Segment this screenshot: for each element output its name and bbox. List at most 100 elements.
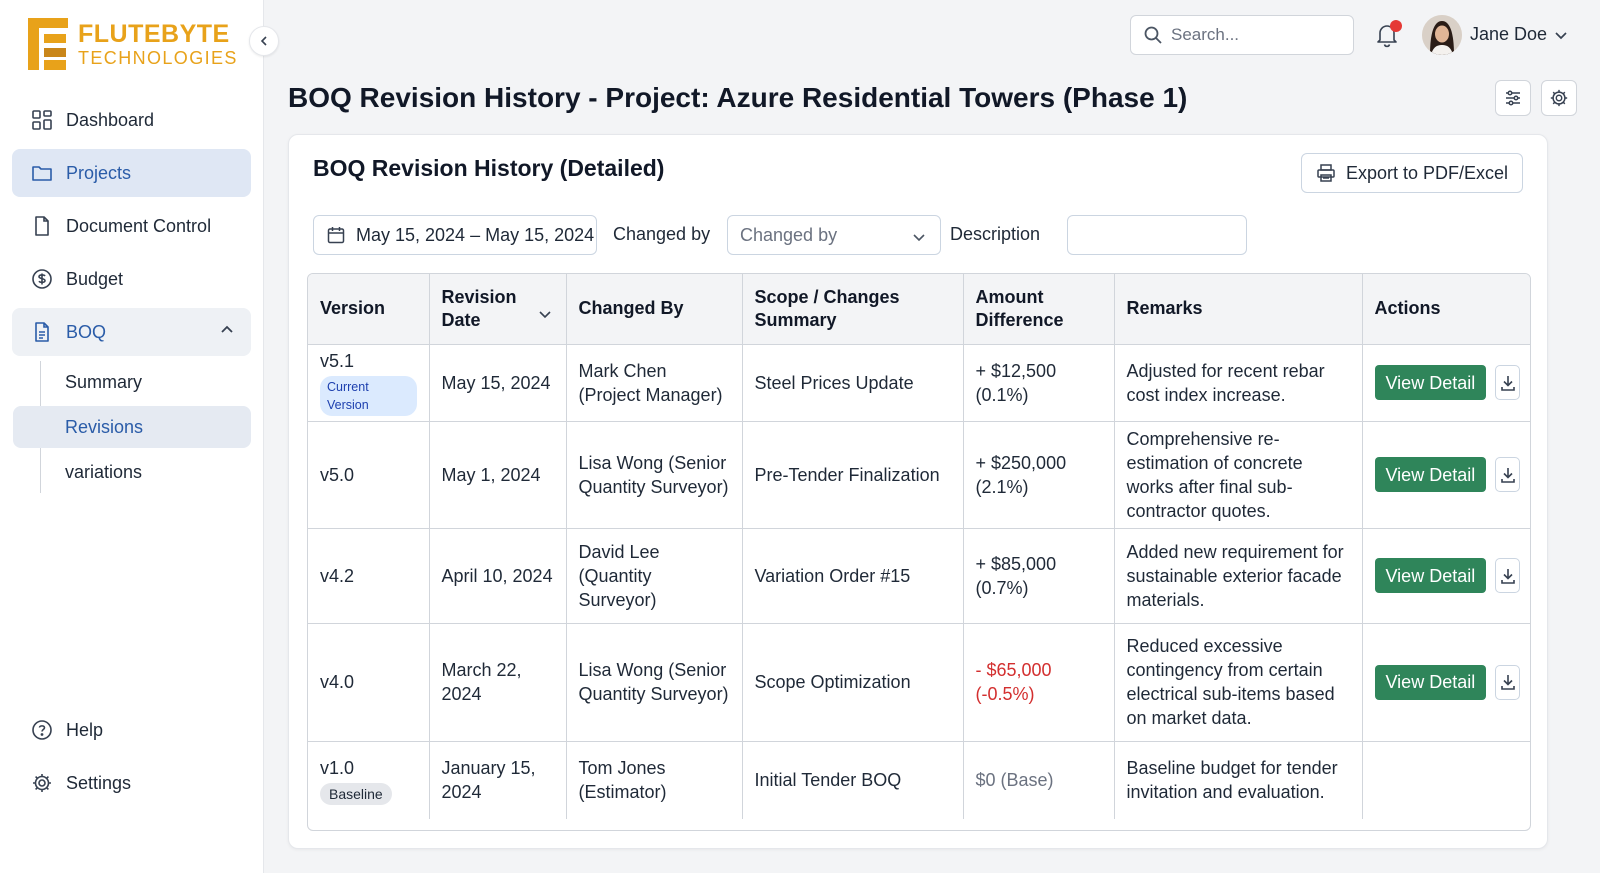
dollar-icon: [30, 267, 54, 291]
sidebar-item-dashboard[interactable]: Dashboard: [12, 96, 251, 144]
sidebar-item-label: Projects: [66, 162, 132, 183]
download-icon: [1499, 567, 1517, 585]
sidebar-bottom: Help Settings: [12, 706, 251, 812]
page-title-bold: BOQ Revision History: [288, 82, 581, 113]
cell-scope: Scope Optimization: [742, 623, 964, 742]
baseline-badge: Baseline: [320, 782, 392, 805]
cell-changed-by: Mark Chen (Project Manager): [566, 344, 743, 422]
cell-scope: Steel Prices Update: [742, 344, 964, 422]
sidebar-item-boq[interactable]: BOQ: [12, 308, 251, 356]
revision-history-card: BOQ Revision History (Detailed) Export t…: [288, 134, 1548, 849]
column-header-changed-by: Changed By: [566, 274, 743, 345]
cell-amount: + $250,000 (2.1%): [963, 421, 1115, 529]
page-title-project: - Project: Azure Residential Towers (Pha…: [580, 82, 1188, 113]
filter-settings-button[interactable]: [1495, 80, 1531, 116]
chevron-down-icon: [912, 230, 926, 244]
download-button[interactable]: [1495, 457, 1520, 492]
view-detail-button[interactable]: View Detail: [1374, 558, 1487, 593]
search-input[interactable]: [1171, 25, 1341, 45]
table-row: v4.0 March 22, 2024 Lisa Wong (Senior Qu…: [308, 623, 1530, 742]
cell-actions: View Detail: [1362, 623, 1530, 742]
chevron-up-icon[interactable]: [219, 322, 235, 343]
brand-sub: TECHNOLOGIES: [78, 47, 238, 68]
sidebar-item-budget[interactable]: Budget: [12, 255, 251, 303]
user-name[interactable]: Jane Doe: [1470, 24, 1547, 45]
column-header-label: Revision Date: [441, 286, 517, 330]
notification-dot: [1390, 20, 1402, 32]
cell-revision-date: January 15, 2024: [429, 741, 567, 819]
sidebar-item-help[interactable]: Help: [12, 706, 251, 754]
sidebar-item-projects[interactable]: Projects: [12, 149, 251, 197]
date-range-picker[interactable]: May 15, 2024 – May 15, 2024: [313, 215, 597, 255]
brand-logo[interactable]: FLUTEBYTE TECHNOLOGIES: [28, 18, 238, 70]
cell-remarks: Adjusted for recent rebar cost index inc…: [1114, 344, 1363, 422]
cell-actions: View Detail: [1362, 528, 1530, 624]
avatar[interactable]: [1422, 15, 1462, 55]
table-row: v5.0 May 1, 2024 Lisa Wong (Senior Quant…: [308, 421, 1530, 529]
sidebar-subitem-revisions[interactable]: Revisions: [13, 406, 251, 448]
cell-version: v4.0: [308, 623, 430, 742]
view-detail-button[interactable]: View Detail: [1374, 457, 1487, 492]
sliders-icon: [1503, 88, 1523, 108]
column-header-revision-date[interactable]: Revision Date: [429, 274, 567, 345]
description-input[interactable]: [1067, 215, 1247, 255]
cell-amount: + $12,500 (0.1%): [963, 344, 1115, 422]
changed-by-select[interactable]: Changed by: [727, 215, 941, 255]
subitem-label: Summary: [65, 371, 143, 392]
collapse-sidebar-button[interactable]: [249, 26, 279, 56]
sidebar-item-settings[interactable]: Settings: [12, 759, 251, 807]
sidebar-subitem-summary[interactable]: Summary: [13, 361, 251, 403]
download-icon: [1499, 374, 1517, 392]
row-actions: View Detail: [1374, 457, 1520, 492]
help-icon: [30, 718, 54, 742]
cell-version: v1.0 Baseline: [308, 741, 430, 819]
version-value: v4.2: [320, 565, 355, 586]
view-detail-button[interactable]: View Detail: [1374, 664, 1487, 700]
version-value: v5.0: [320, 464, 355, 485]
cell-actions: [1362, 741, 1530, 819]
notifications-button[interactable]: [1374, 20, 1402, 50]
search-box: [1130, 15, 1354, 55]
view-detail-button[interactable]: View Detail: [1374, 365, 1487, 400]
cell-amount: - $65,000 (-0.5%): [963, 623, 1115, 742]
chevron-down-icon[interactable]: [1554, 28, 1568, 47]
version-value: v5.1: [320, 351, 355, 371]
sidebar-item-label: Settings: [66, 772, 132, 793]
cell-amount: $0 (Base): [963, 741, 1115, 819]
row-actions: View Detail: [1374, 664, 1520, 700]
export-button[interactable]: Export to PDF/Excel: [1300, 153, 1523, 193]
cell-remarks: Baseline budget for tender invitation an…: [1114, 741, 1363, 819]
subitem-label: variations: [65, 461, 143, 482]
column-header-scope: Scope / Changes Summary: [742, 274, 964, 345]
page-settings-button[interactable]: [1541, 80, 1577, 116]
calendar-icon: [326, 225, 346, 245]
download-button[interactable]: [1495, 664, 1520, 700]
cell-revision-date: April 10, 2024: [429, 528, 567, 624]
sidebar-item-document-control[interactable]: Document Control: [12, 202, 251, 250]
revisions-table: Version Revision Date Changed By Scope /…: [307, 273, 1531, 831]
changed-by-label: Changed by: [613, 224, 711, 244]
column-header-remarks: Remarks: [1114, 274, 1363, 345]
cell-remarks: Comprehensive re-estimation of concrete …: [1114, 421, 1363, 529]
download-button[interactable]: [1495, 365, 1520, 400]
cell-revision-date: May 15, 2024: [429, 344, 567, 422]
sidebar-item-label: BOQ: [66, 321, 107, 342]
table-row: v1.0 Baseline January 15, 2024 Tom Jones …: [308, 741, 1530, 819]
date-range-value: May 15, 2024 – May 15, 2024: [356, 224, 595, 245]
current-version-badge: Current Version: [320, 376, 417, 416]
sort-chevron-icon[interactable]: [538, 304, 552, 327]
cell-version: v5.0: [308, 421, 430, 529]
brand-name: FLUTEBYTE: [78, 19, 230, 48]
table-header-row: Version Revision Date Changed By Scope /…: [308, 274, 1530, 345]
column-header-amount: Amount Difference: [963, 274, 1115, 345]
cell-remarks: Added new requirement for sustainable ex…: [1114, 528, 1363, 624]
cell-revision-date: March 22, 2024: [429, 623, 567, 742]
cell-scope: Variation Order #15: [742, 528, 964, 624]
download-button[interactable]: [1495, 558, 1520, 593]
sidebar: FLUTEBYTE TECHNOLOGIES Dashboard Project…: [0, 0, 264, 873]
page-title: BOQ Revision History - Project: Azure Re…: [288, 82, 1187, 114]
cell-amount: + $85,000 (0.7%): [963, 528, 1115, 624]
sidebar-subitem-variations[interactable]: variations: [13, 451, 251, 493]
logo-mark-icon: [28, 18, 70, 70]
boq-subnav: Summary Revisions variations: [13, 361, 251, 493]
